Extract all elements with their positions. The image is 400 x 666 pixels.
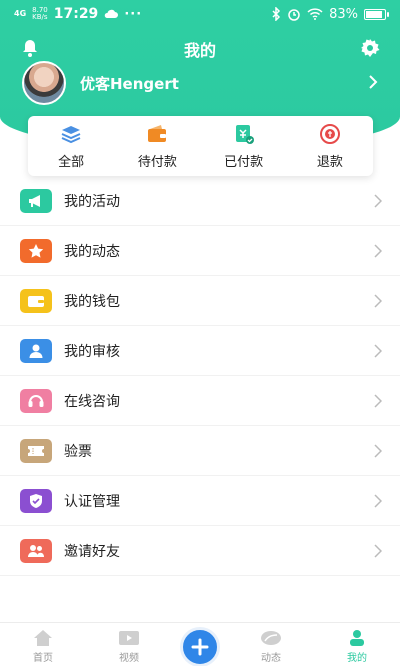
order-tab-label: 全部 <box>58 154 85 170</box>
order-tab-label: 已付款 <box>224 154 264 170</box>
menu-item-my-posts[interactable]: 我的动态 <box>0 226 400 276</box>
menu-item-label: 我的审核 <box>64 343 120 360</box>
megaphone-icon <box>20 188 52 213</box>
order-tab-refund[interactable]: 退款 <box>290 123 370 170</box>
refund-icon <box>319 123 340 144</box>
order-tab-label: 待付款 <box>137 154 177 170</box>
chevron-right-icon <box>374 543 382 558</box>
nav-item-video[interactable]: 视频 <box>94 623 164 664</box>
more-dots: ··· <box>124 6 143 22</box>
menu-item-my-wallet[interactable]: 我的钱包 <box>0 276 400 326</box>
settings-gear-icon[interactable] <box>360 38 380 62</box>
menu-item-label: 我的动态 <box>64 243 120 260</box>
nav-label: 动态 <box>261 653 281 664</box>
wallet-icon <box>148 124 167 142</box>
order-tab-all[interactable]: 全部 <box>31 123 111 170</box>
bottom-nav: 首页 视频 动态 我的 <box>0 622 400 666</box>
chevron-right-icon <box>368 74 378 93</box>
speed-unit: KB/s <box>32 13 48 21</box>
home-icon <box>34 630 52 646</box>
nav-label: 首页 <box>33 653 53 664</box>
users-icon <box>20 538 52 563</box>
profile-icon <box>350 630 364 646</box>
status-bar: 4G 8.70 KB/s 17:29 ··· 83% <box>0 0 400 28</box>
profile-row[interactable]: 优客Hengert <box>22 61 382 105</box>
menu-item-my-activities[interactable]: 我的活动 <box>0 176 400 226</box>
menu-item-label: 我的钱包 <box>64 293 120 310</box>
wifi-icon <box>307 8 323 20</box>
title-bar: 我的 <box>0 34 400 64</box>
nav-add-button[interactable] <box>180 627 220 666</box>
network-speed: 8.70 KB/s <box>32 7 48 21</box>
nav-item-home[interactable]: 首页 <box>8 623 78 664</box>
nav-item-mine[interactable]: 我的 <box>322 623 392 664</box>
menu-item-label: 我的活动 <box>64 193 120 210</box>
nav-item-feed[interactable]: 动态 <box>236 623 306 664</box>
plus-icon <box>191 638 209 656</box>
user-icon <box>20 338 52 363</box>
nav-label: 视频 <box>119 653 139 664</box>
alarm-icon <box>288 9 300 21</box>
battery-percent: 83% <box>329 6 358 22</box>
nav-label: 我的 <box>347 653 367 664</box>
menu-item-certification[interactable]: 认证管理 <box>0 476 400 526</box>
shield-check-icon <box>20 488 52 513</box>
chevron-right-icon <box>374 243 382 258</box>
battery-icon <box>364 8 389 20</box>
bluetooth-icon <box>272 7 281 21</box>
chevron-right-icon <box>374 493 382 508</box>
headset-icon <box>20 388 52 413</box>
cloud-icon <box>105 9 119 18</box>
chevron-right-icon <box>374 343 382 358</box>
menu-item-online-consult[interactable]: 在线咨询 <box>0 376 400 426</box>
wallet-icon <box>20 288 52 313</box>
page-title: 我的 <box>183 41 216 60</box>
paid-icon <box>235 124 254 144</box>
chevron-right-icon <box>374 293 382 308</box>
menu-item-label: 认证管理 <box>64 493 120 510</box>
video-icon <box>119 631 139 645</box>
star-icon <box>20 238 52 263</box>
menu-item-invite-friends[interactable]: 邀请好友 <box>0 526 400 576</box>
menu-list: 我的活动 我的动态 我的钱包 我的审核 在线咨询 验票 认证管理 邀请好友 <box>0 176 400 576</box>
order-status-card: 全部 待付款 已付款 退款 <box>28 116 373 176</box>
order-tab-paid[interactable]: 已付款 <box>204 123 284 170</box>
clock: 17:29 <box>53 6 99 22</box>
layers-icon <box>61 125 81 143</box>
chevron-right-icon <box>374 393 382 408</box>
ticket-icon <box>20 438 52 463</box>
username: 优客Hengert <box>80 74 179 93</box>
menu-item-label: 在线咨询 <box>64 393 120 410</box>
menu-item-label: 邀请好友 <box>64 543 120 560</box>
menu-item-ticket-check[interactable]: 验票 <box>0 426 400 476</box>
feed-icon <box>261 631 281 645</box>
menu-item-label: 验票 <box>64 443 92 460</box>
order-tab-pending-payment[interactable]: 待付款 <box>117 123 197 170</box>
chevron-right-icon <box>374 193 382 208</box>
menu-item-my-review[interactable]: 我的审核 <box>0 326 400 376</box>
bell-icon[interactable] <box>20 38 40 62</box>
order-tab-label: 退款 <box>316 154 343 170</box>
network-indicator: 4G <box>14 9 27 18</box>
avatar[interactable] <box>22 61 66 105</box>
chevron-right-icon <box>374 443 382 458</box>
